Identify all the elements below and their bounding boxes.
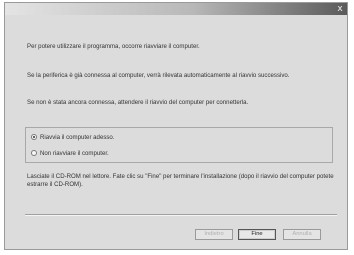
- device-connected-text: Se la periferica è già connessa al compu…: [27, 72, 290, 79]
- restart-now-label: Riavvia il computer adesso.: [40, 133, 115, 141]
- restart-now-option[interactable]: Riavvia il computer adesso.: [31, 132, 115, 142]
- close-icon[interactable]: x: [335, 4, 345, 14]
- restart-required-text: Per potere utilizzare il programma, occo…: [27, 43, 200, 50]
- divider: [25, 214, 337, 216]
- no-restart-label: Non riavviare il computer.: [40, 149, 109, 157]
- installer-dialog: x Per potere utilizzare il programma, oc…: [4, 2, 348, 250]
- restart-now-radio[interactable]: [31, 134, 37, 140]
- cancel-button[interactable]: Annulla: [283, 229, 321, 240]
- restart-options-group: Riavvia il computer adesso. Non riavviar…: [25, 127, 333, 163]
- finish-button[interactable]: Fine: [238, 229, 276, 240]
- no-restart-radio[interactable]: [31, 150, 37, 156]
- no-restart-option[interactable]: Non riavviare il computer.: [31, 148, 109, 158]
- title-bar: x: [5, 3, 347, 15]
- device-not-connected-text: Se non è stata ancora connessa, attender…: [27, 99, 249, 106]
- back-button[interactable]: Indietro: [195, 229, 233, 240]
- cdrom-instructions-text: Lasciate il CD-ROM nel lettore. Fate cli…: [27, 173, 334, 188]
